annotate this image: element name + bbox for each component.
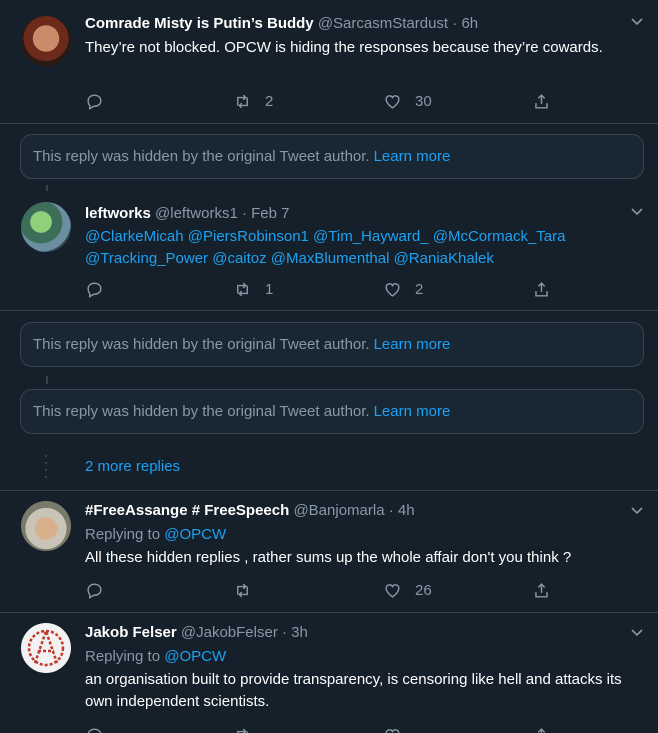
reply-button[interactable]	[85, 89, 117, 113]
like-count: 26	[415, 581, 432, 599]
reply-icon	[87, 93, 102, 110]
tweet[interactable]: #FreeAssange # FreeSpeech @Banjomarla · …	[0, 491, 658, 611]
retweet-icon	[237, 728, 248, 733]
hidden-reply-notice: This reply was hidden by the original Tw…	[20, 134, 644, 179]
retweet-button[interactable]: 2	[233, 89, 273, 113]
avatar[interactable]	[21, 501, 71, 551]
retweet-icon	[237, 94, 248, 108]
display-name[interactable]: Jakob Felser	[85, 624, 177, 641]
more-replies-link[interactable]: 2 more replies	[85, 458, 180, 475]
replying-to-label: Replying to	[85, 648, 161, 665]
hidden-reply-text: This reply was hidden by the original Tw…	[33, 403, 370, 420]
learn-more-link[interactable]: Learn more	[374, 148, 451, 165]
hidden-reply-text: This reply was hidden by the original Tw…	[33, 148, 370, 165]
retweet-icon	[237, 282, 248, 296]
hidden-reply-notice: This reply was hidden by the original Tw…	[20, 389, 644, 434]
chevron-down-icon[interactable]	[630, 204, 644, 218]
like-count: 30	[415, 92, 432, 110]
like-button[interactable]: 26	[383, 578, 432, 602]
display-name[interactable]: leftworks	[85, 205, 151, 222]
hidden-reply-notice: This reply was hidden by the original Tw…	[20, 322, 644, 367]
like-icon	[385, 282, 400, 297]
timestamp[interactable]: 3h	[291, 624, 308, 641]
avatar[interactable]	[21, 202, 71, 252]
tweet-header: #FreeAssange # FreeSpeech @Banjomarla · …	[85, 501, 628, 521]
tweet[interactable]: Jakob Felser @JakobFelser · 3h Replying …	[0, 613, 658, 733]
tweet[interactable]: Comrade Misty is Putin’s Buddy @SarcasmS…	[0, 0, 658, 123]
avatar[interactable]	[21, 623, 71, 673]
timestamp[interactable]: Feb 7	[251, 205, 289, 222]
learn-more-link[interactable]: Learn more	[374, 403, 451, 420]
user-handle[interactable]: @leftworks1	[155, 205, 238, 222]
divider	[0, 123, 658, 124]
like-button[interactable]: 30	[383, 89, 432, 113]
tweet-header: leftworks @leftworks1 · Feb 7	[85, 204, 628, 224]
reply-button[interactable]	[85, 578, 117, 602]
replying-to-handle[interactable]: @OPCW	[164, 648, 226, 665]
chevron-down-icon[interactable]	[630, 625, 644, 639]
share-button[interactable]	[532, 89, 551, 113]
retweet-count: 2	[265, 92, 274, 110]
like-button[interactable]: 2	[383, 277, 423, 301]
timestamp[interactable]: 4h	[398, 502, 415, 519]
display-name[interactable]: Comrade Misty is Putin’s Buddy	[85, 15, 314, 32]
thread-line	[46, 376, 48, 384]
like-icon	[385, 94, 400, 109]
anarchy-logo-icon	[27, 627, 65, 667]
replying-to: Replying to @OPCW	[85, 525, 628, 545]
user-handle[interactable]: @JakobFelser	[181, 624, 278, 641]
display-name[interactable]: #FreeAssange # FreeSpeech	[85, 502, 289, 519]
tweet-text: All these hidden replies , rather sums u…	[85, 549, 572, 566]
share-button[interactable]	[532, 578, 551, 602]
tweet-mentions[interactable]: @Tracking_Power @caitoz @MaxBlumenthal @…	[85, 248, 628, 270]
tweet-text: They’re not blocked. OPCW is hiding the …	[85, 39, 603, 56]
like-count: 2	[415, 280, 424, 298]
separator: ·	[388, 502, 394, 519]
like-icon	[385, 728, 400, 733]
share-button[interactable]	[532, 723, 551, 733]
reply-button[interactable]	[85, 277, 117, 301]
chevron-down-icon[interactable]	[630, 14, 644, 28]
separator: ·	[452, 15, 458, 32]
retweet-button[interactable]: 1	[233, 277, 273, 301]
hidden-reply-text: This reply was hidden by the original Tw…	[33, 336, 370, 353]
retweet-button[interactable]	[233, 723, 252, 733]
reply-icon	[87, 727, 102, 733]
retweet-button[interactable]	[233, 578, 265, 602]
learn-more-link[interactable]: Learn more	[374, 336, 451, 353]
replying-to: Replying to @OPCW	[85, 647, 628, 667]
avatar[interactable]	[21, 16, 71, 66]
user-handle[interactable]: @SarcasmStardust	[318, 15, 448, 32]
share-button[interactable]	[532, 277, 551, 301]
share-icon	[535, 93, 548, 109]
tweet-header: Jakob Felser @JakobFelser · 3h	[85, 623, 628, 643]
reply-icon	[87, 281, 102, 298]
timestamp[interactable]: 6h	[461, 15, 478, 32]
user-handle[interactable]: @Banjomarla	[293, 502, 384, 519]
tweet[interactable]: leftworks @leftworks1 · Feb 7 @ClarkeMic…	[0, 192, 658, 309]
tweet-text: an organisation built to provide transpa…	[85, 671, 622, 710]
replying-to-handle[interactable]: @OPCW	[164, 526, 226, 543]
retweet-icon	[237, 583, 248, 597]
tweet-mentions[interactable]: @ClarkeMicah @PiersRobinson1 @Tim_Haywar…	[85, 226, 628, 248]
share-icon	[535, 582, 548, 598]
divider	[0, 310, 658, 311]
replying-to-label: Replying to	[85, 526, 161, 543]
thread-line	[46, 185, 48, 191]
share-icon	[535, 281, 548, 297]
thread-dots	[45, 455, 48, 483]
like-button[interactable]	[383, 723, 402, 733]
like-icon	[385, 583, 400, 598]
reply-icon	[87, 582, 102, 599]
share-icon	[537, 727, 546, 733]
tweet-header: Comrade Misty is Putin’s Buddy @SarcasmS…	[85, 14, 628, 34]
chevron-down-icon[interactable]	[630, 503, 644, 517]
reply-button[interactable]	[85, 723, 104, 733]
separator: ·	[282, 624, 287, 641]
retweet-count: 1	[265, 280, 274, 298]
separator: ·	[241, 205, 247, 222]
